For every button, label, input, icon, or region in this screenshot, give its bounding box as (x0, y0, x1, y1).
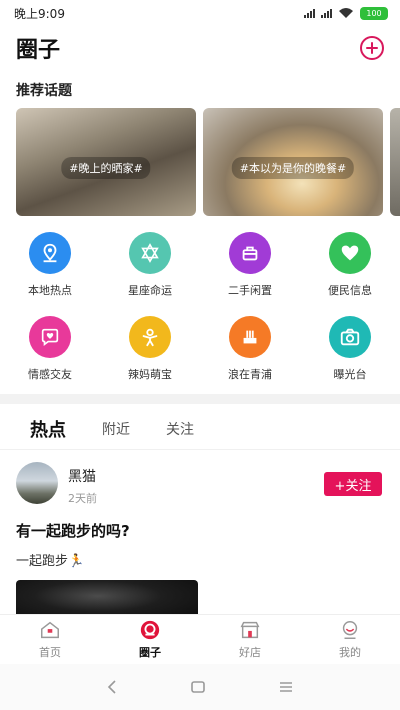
profile-icon (342, 621, 358, 639)
heart-icon (329, 232, 371, 274)
category-local-news[interactable]: 本地热点 (5, 232, 95, 298)
post-body: 一起跑步🏃 (16, 554, 85, 569)
nav-circle[interactable]: 圈子 (100, 615, 200, 664)
section-divider (0, 394, 400, 404)
topic-image (390, 108, 400, 216)
nav-profile[interactable]: 我的 (300, 615, 400, 664)
category-label: 情感交友 (28, 368, 72, 381)
status-time: 晚上9:09 (14, 6, 65, 21)
category-label: 本地热点 (28, 284, 72, 297)
topic-label: #本以为是你的晚餐# (231, 156, 355, 179)
category-label: 星座命运 (128, 284, 172, 297)
avatar[interactable] (16, 462, 58, 504)
camera-icon (329, 316, 371, 358)
nav-label: 圈子 (139, 646, 161, 659)
signal-icon (304, 8, 315, 18)
topic-carousel[interactable]: #晚上的晒家# #本以为是你的晚餐# (16, 108, 400, 218)
nav-home[interactable]: 首页 (0, 615, 100, 664)
nav-label: 好店 (239, 646, 261, 659)
home-button-icon[interactable] (190, 680, 206, 694)
category-label: 二手闲置 (228, 284, 272, 297)
status-bar: 晚上9:09 100 (0, 0, 400, 26)
category-dating[interactable]: 情感交友 (5, 316, 95, 382)
add-post-button[interactable] (360, 36, 384, 60)
category-label: 曝光台 (333, 368, 367, 381)
menu-icon[interactable] (278, 680, 294, 694)
back-icon[interactable] (106, 680, 118, 694)
nav-label: 我的 (339, 646, 361, 659)
category-service-info[interactable]: 便民信息 (305, 232, 395, 298)
category-label: 辣妈萌宝 (128, 368, 172, 381)
topic-card[interactable]: #晚上的晒家# (16, 108, 196, 216)
fork-icon (229, 316, 271, 358)
wifi-icon (339, 8, 353, 18)
location-pin-icon (29, 232, 71, 274)
topic-card[interactable]: #本以为是你的晚餐# (203, 108, 383, 216)
post-username[interactable]: 黑猫 (68, 466, 96, 486)
tab-following[interactable]: 关注 (166, 419, 194, 439)
topic-card-partial[interactable] (390, 108, 400, 216)
home-icon (41, 621, 59, 639)
recommend-section-title: 推荐话题 (16, 83, 72, 99)
page-title: 圈子 (16, 38, 61, 63)
battery-indicator: 100 (360, 6, 388, 20)
plus-icon (366, 42, 378, 54)
status-icons: 100 (304, 6, 388, 20)
baby-icon (129, 316, 171, 358)
post-title: 有一起跑步的吗? (16, 522, 130, 540)
header: 圈子 (0, 28, 400, 68)
category-label: 浪在青浦 (228, 368, 272, 381)
post-time: 2天前 (68, 492, 97, 505)
nav-label: 首页 (39, 646, 61, 659)
feed-tabs: 热点 附近 关注 (0, 408, 400, 450)
category-secondhand[interactable]: 二手闲置 (205, 232, 295, 298)
nav-shop[interactable]: 好店 (200, 615, 300, 664)
topic-label: #晚上的晒家# (61, 156, 151, 179)
shop-icon (240, 621, 260, 639)
basket-icon (229, 232, 271, 274)
star-of-david-icon (129, 232, 171, 274)
category-qingpu[interactable]: 浪在青浦 (205, 316, 295, 382)
tab-nearby[interactable]: 附近 (102, 419, 130, 439)
bottom-nav: 首页 圈子 好店 我的 (0, 614, 400, 664)
follow-button[interactable]: +关注 (324, 472, 382, 496)
tab-hot[interactable]: 热点 (30, 416, 66, 442)
category-exposure[interactable]: 曝光台 (305, 316, 395, 382)
category-horoscope[interactable]: 星座命运 (105, 232, 195, 298)
chat-heart-icon (29, 316, 71, 358)
category-parenting[interactable]: 辣妈萌宝 (105, 316, 195, 382)
category-label: 便民信息 (328, 284, 372, 297)
circle-icon (140, 620, 160, 640)
system-nav-bar (0, 664, 400, 710)
signal-icon-2 (321, 8, 332, 18)
